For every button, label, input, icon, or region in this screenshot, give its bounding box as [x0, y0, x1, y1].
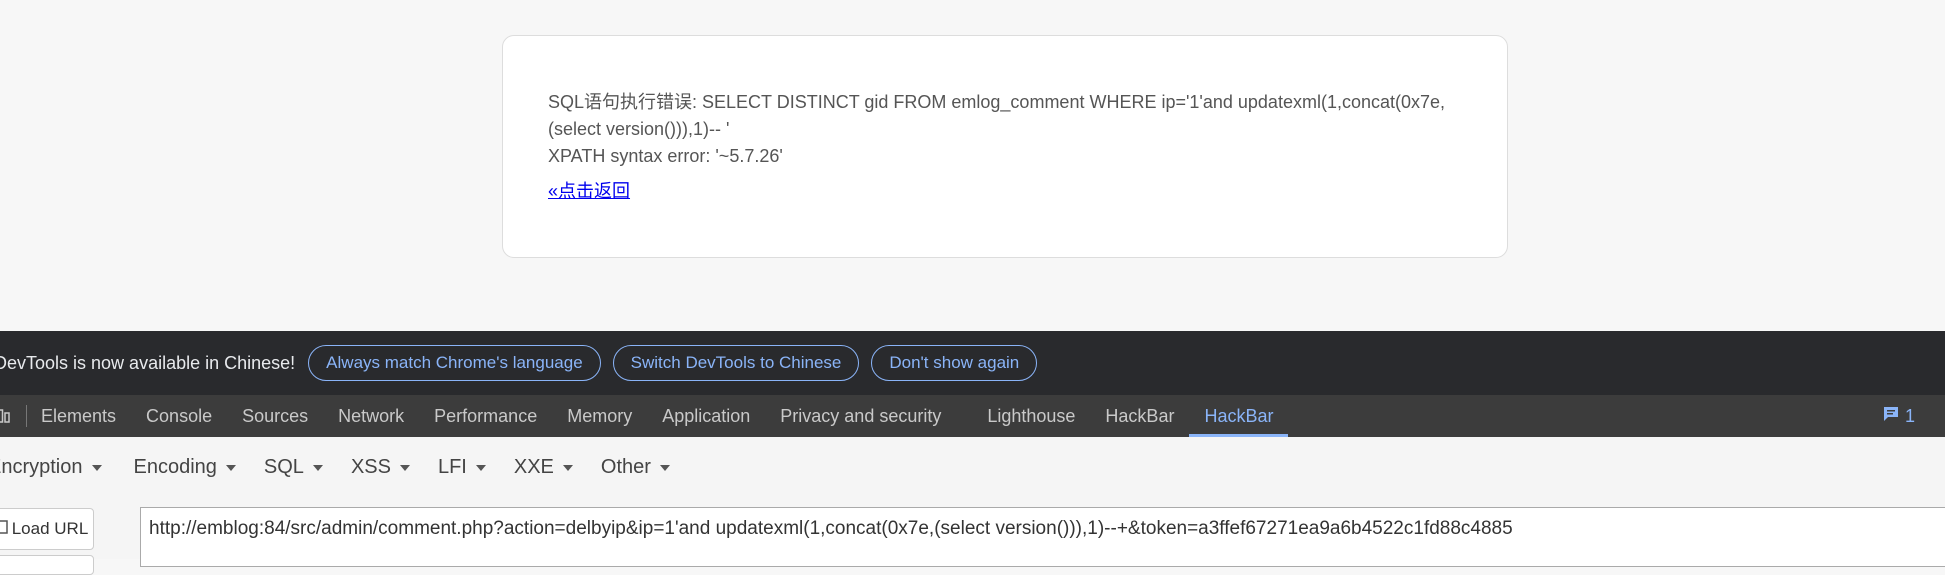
tab-memory[interactable]: Memory: [552, 395, 647, 437]
menu-lfi[interactable]: LFI: [438, 456, 486, 479]
error-message: SQL语句执行错误: SELECT DISTINCT gid FROM emlo…: [548, 89, 1478, 170]
device-toolbar-icon[interactable]: [0, 407, 14, 425]
devtools-tab-bar: Elements Console Sources Network Perform…: [0, 395, 1945, 437]
menu-sql[interactable]: SQL: [264, 456, 323, 479]
switch-to-chinese-button[interactable]: Switch DevTools to Chinese: [612, 345, 860, 381]
chevron-down-icon: [659, 464, 670, 471]
tab-application[interactable]: Application: [647, 395, 765, 437]
chevron-down-icon: [562, 464, 573, 471]
menu-xxe[interactable]: XXE: [514, 456, 573, 479]
dont-show-again-button[interactable]: Don't show again: [871, 345, 1038, 381]
error-card: SQL语句执行错误: SELECT DISTINCT gid FROM emlo…: [502, 35, 1508, 258]
menu-encryption[interactable]: Encryption: [0, 456, 102, 479]
web-page: SQL语句执行错误: SELECT DISTINCT gid FROM emlo…: [0, 0, 1945, 331]
tab-hackbar-active[interactable]: HackBar: [1189, 395, 1289, 437]
issues-icon: [1883, 406, 1899, 427]
tab-elements[interactable]: Elements: [41, 395, 131, 437]
tab-hackbar[interactable]: HackBar: [1090, 395, 1189, 437]
issues-count: 1: [1904, 405, 1915, 426]
chevron-down-icon: [225, 464, 236, 471]
load-url-button[interactable]: Load URL: [0, 508, 94, 550]
menu-xss[interactable]: XSS: [351, 456, 410, 479]
tab-privacy-security[interactable]: Privacy and security: [765, 395, 956, 437]
back-link[interactable]: «点击返回: [548, 177, 630, 203]
tab-console[interactable]: Console: [131, 395, 227, 437]
issues-counter[interactable]: 1: [1883, 395, 1915, 437]
chevron-down-icon: [399, 464, 410, 471]
devtools-language-infobar: DevTools is now available in Chinese! Al…: [0, 331, 1945, 395]
hackbar-url-area: Load URL http://emblog:84/src/admin/comm…: [0, 498, 1945, 575]
error-line-sql: SQL语句执行错误: SELECT DISTINCT gid FROM emlo…: [548, 92, 1446, 139]
tab-sources[interactable]: Sources: [227, 395, 323, 437]
error-line-xpath: XPATH syntax error: '~5.7.26': [548, 146, 783, 166]
url-input[interactable]: http://emblog:84/src/admin/comment.php?a…: [140, 507, 1945, 567]
tab-separator: [26, 405, 27, 427]
menu-other[interactable]: Other: [601, 456, 670, 479]
menu-encoding[interactable]: Encoding: [134, 456, 236, 479]
tab-performance[interactable]: Performance: [419, 395, 552, 437]
chevron-down-icon: [91, 464, 102, 471]
tab-lighthouse[interactable]: Lighthouse: [972, 395, 1090, 437]
tab-network[interactable]: Network: [323, 395, 419, 437]
infobar-message: DevTools is now available in Chinese!: [0, 352, 296, 373]
load-url-icon: [0, 519, 8, 539]
hackbar-menu-bar: Encryption Encoding SQL XSS LFI XXE Othe…: [0, 437, 1945, 498]
chevron-down-icon: [312, 464, 323, 471]
chevron-down-icon: [475, 464, 486, 471]
split-url-button[interactable]: [0, 555, 94, 575]
always-match-language-button[interactable]: Always match Chrome's language: [308, 345, 601, 381]
load-url-label: Load URL: [11, 519, 89, 538]
